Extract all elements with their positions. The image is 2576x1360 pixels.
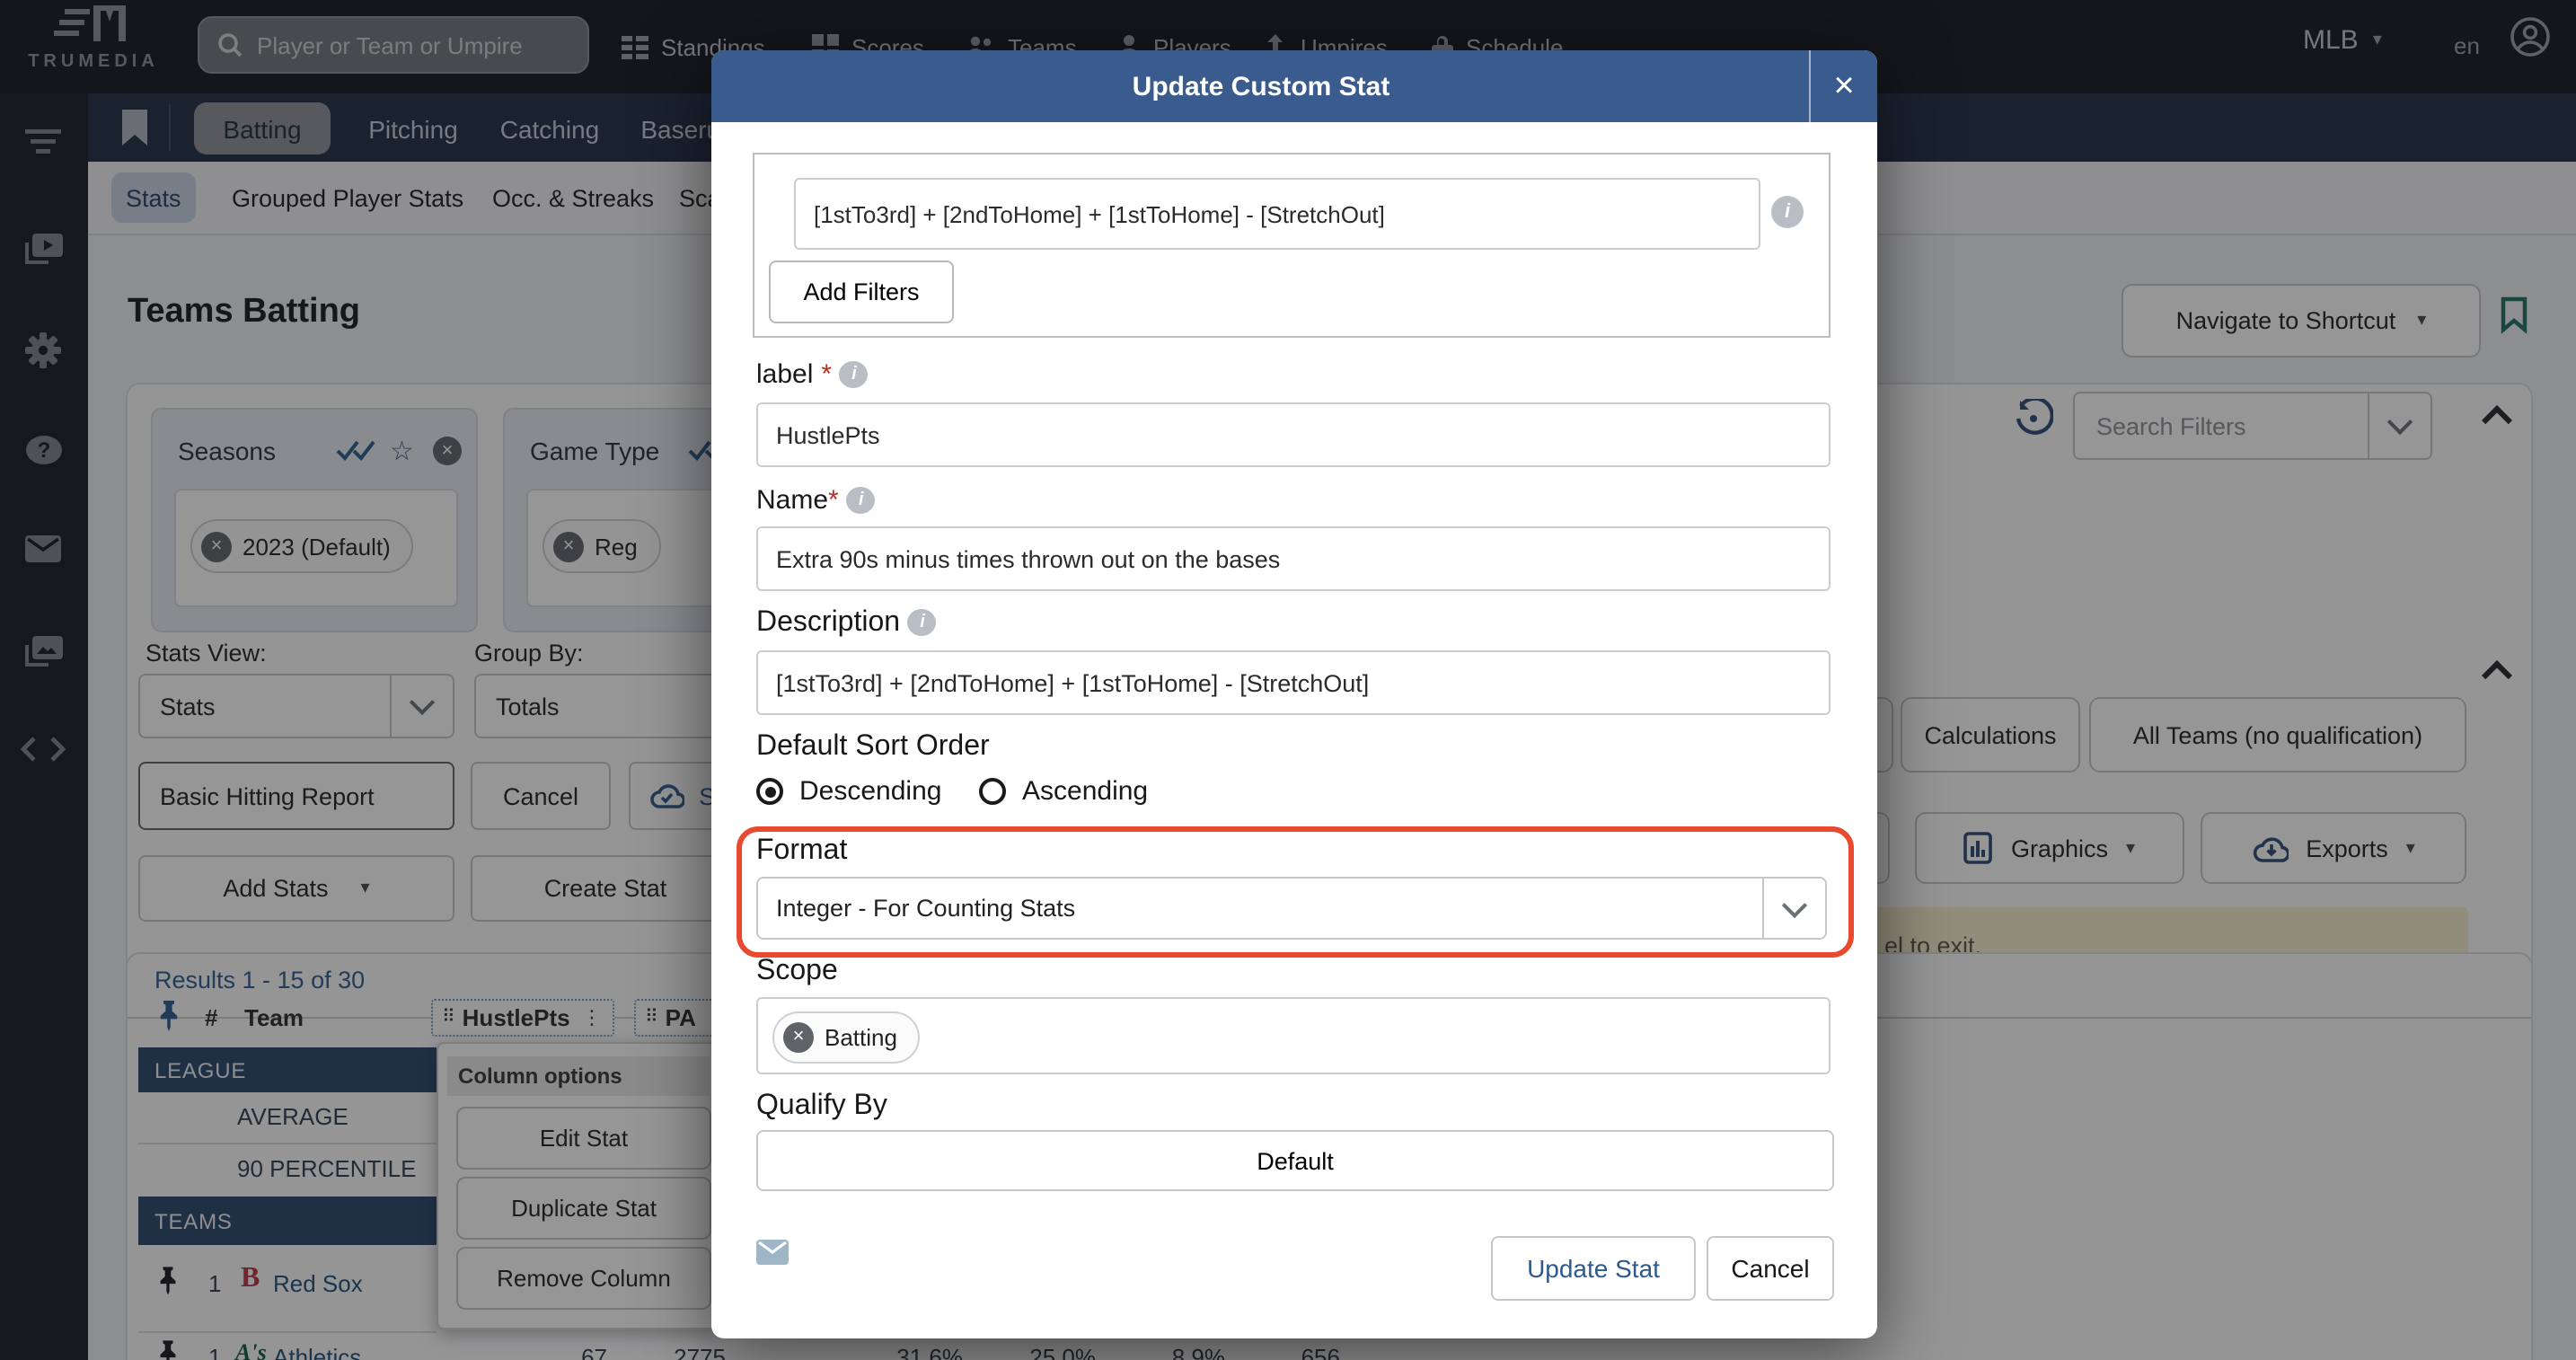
input-value: [1stTo3rd] + [2ndToHome] + [1stToHome] -… bbox=[776, 669, 1369, 696]
description-input[interactable]: [1stTo3rd] + [2ndToHome] + [1stToHome] -… bbox=[756, 650, 1831, 715]
update-stat-button[interactable]: Update Stat bbox=[1491, 1236, 1696, 1301]
input-value: Extra 90s minus times thrown out on the … bbox=[776, 545, 1280, 572]
chevron-down-icon bbox=[1782, 892, 1807, 917]
label-field-label: label * i bbox=[756, 359, 869, 392]
button-label: Default bbox=[1257, 1147, 1334, 1174]
remove-chip-icon[interactable]: × bbox=[783, 1022, 814, 1053]
scope-box: × Batting bbox=[756, 997, 1831, 1074]
modal-header: Update Custom Stat × bbox=[711, 50, 1877, 122]
description-field-label: Description i bbox=[756, 607, 937, 640]
info-icon[interactable]: i bbox=[847, 487, 876, 514]
required-asterisk: * bbox=[821, 359, 832, 390]
radio-unselected-icon[interactable] bbox=[979, 778, 1006, 805]
name-input[interactable]: Extra 90s minus times thrown out on the … bbox=[756, 526, 1831, 591]
info-icon[interactable]: i bbox=[840, 361, 869, 388]
button-label: Cancel bbox=[1731, 1254, 1809, 1283]
app-root: TRUMEDIA Player or Team or Umpire Standi… bbox=[0, 0, 2576, 1360]
scope-chip-batting[interactable]: × Batting bbox=[772, 1011, 921, 1064]
sort-descending-option[interactable]: Descending bbox=[756, 776, 941, 807]
update-custom-stat-modal: Update Custom Stat × [1stTo3rd] + [2ndTo… bbox=[711, 50, 1877, 1338]
radio-label: Descending bbox=[799, 776, 941, 807]
button-label: Update Stat bbox=[1527, 1254, 1660, 1283]
qualify-by-button[interactable]: Default bbox=[756, 1130, 1834, 1191]
chevron-cell[interactable] bbox=[1762, 879, 1825, 938]
radio-label: Ascending bbox=[1022, 776, 1148, 807]
select-value: Integer - For Counting Stats bbox=[776, 895, 1075, 922]
sort-order-label: Default Sort Order bbox=[756, 731, 990, 764]
sort-ascending-option[interactable]: Ascending bbox=[979, 776, 1148, 807]
qualify-by-label: Qualify By bbox=[756, 1091, 887, 1123]
info-icon[interactable]: i bbox=[1771, 196, 1804, 228]
scope-label: Scope bbox=[756, 956, 838, 988]
formula-input[interactable]: [1stTo3rd] + [2ndToHome] + [1stToHome] -… bbox=[794, 178, 1760, 250]
close-icon[interactable]: × bbox=[1809, 50, 1877, 122]
button-label: Add Filters bbox=[803, 278, 919, 305]
required-asterisk: * bbox=[828, 485, 839, 516]
add-filters-button[interactable]: Add Filters bbox=[769, 261, 954, 323]
feedback-mail-icon[interactable] bbox=[756, 1240, 789, 1265]
info-icon[interactable]: i bbox=[908, 609, 937, 636]
cancel-button[interactable]: Cancel bbox=[1707, 1236, 1834, 1301]
format-select[interactable]: Integer - For Counting Stats bbox=[756, 877, 1827, 940]
modal-title: Update Custom Stat bbox=[711, 50, 1811, 122]
format-label: Format bbox=[756, 835, 847, 868]
chip-label: Batting bbox=[825, 1024, 897, 1051]
input-value: HustlePts bbox=[776, 421, 880, 448]
label-input[interactable]: HustlePts bbox=[756, 402, 1831, 467]
name-field-label: Name* i bbox=[756, 485, 876, 517]
formula-text: [1stTo3rd] + [2ndToHome] + [1stToHome] -… bbox=[814, 200, 1385, 227]
radio-selected-icon[interactable] bbox=[756, 778, 783, 805]
